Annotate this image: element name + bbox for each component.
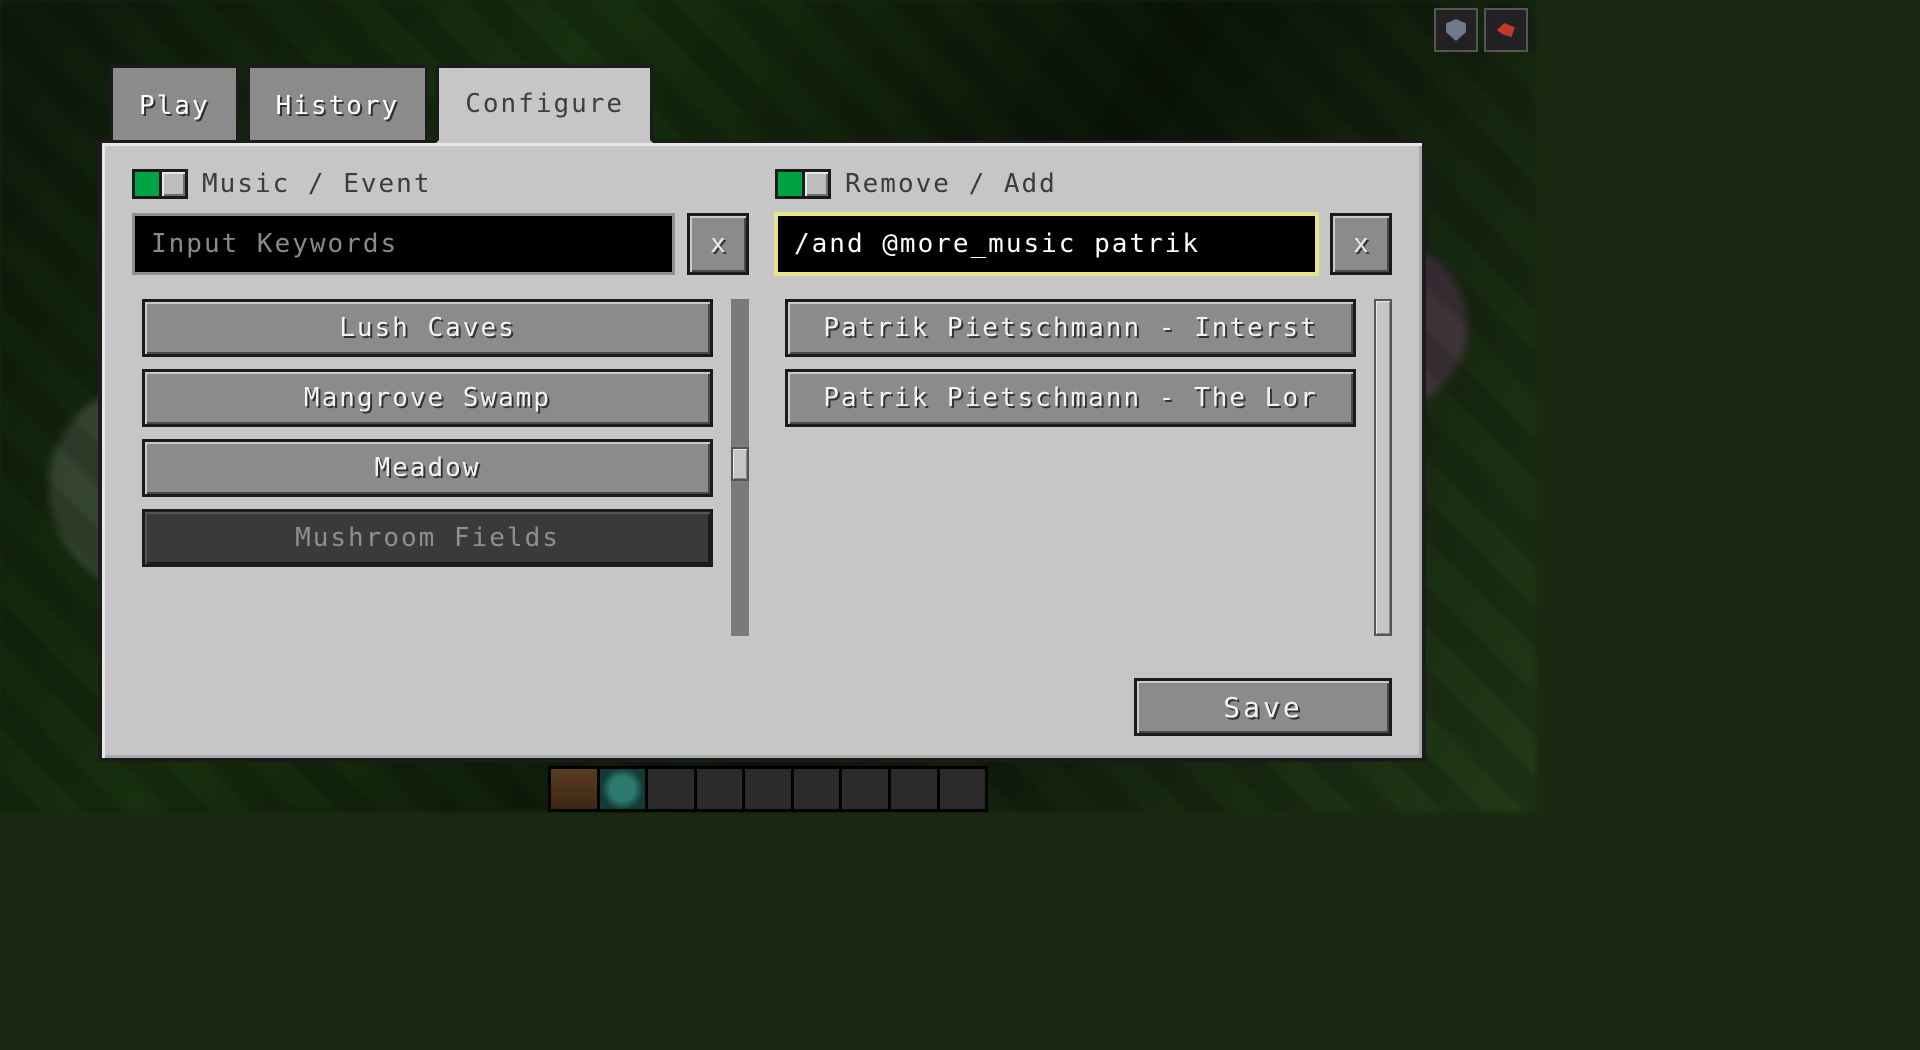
left-column: Music / Event x Lush Caves Mangrove Swamp…	[132, 169, 749, 646]
hotbar	[548, 766, 988, 812]
save-button[interactable]: Save	[1134, 678, 1392, 736]
tab-play[interactable]: Play	[110, 65, 239, 143]
config-panel: Play History Configure Music / Event x	[98, 62, 1426, 762]
left-search-input[interactable]	[132, 213, 675, 275]
right-clear-button[interactable]: x	[1330, 213, 1392, 275]
list-item[interactable]: Meadow	[142, 439, 713, 497]
right-column: Remove / Add x Patrik Pietschmann - Inte…	[775, 169, 1392, 646]
list-item[interactable]: Lush Caves	[142, 299, 713, 357]
mod-icon-tray	[1434, 8, 1528, 52]
hotbar-slot[interactable]	[551, 769, 600, 809]
hotbar-slot[interactable]	[794, 769, 843, 809]
list-item[interactable]: Patrik Pietschmann - Interst	[785, 299, 1356, 357]
hotbar-slot[interactable]	[648, 769, 697, 809]
remove-add-toggle[interactable]	[775, 169, 831, 199]
hotbar-slot[interactable]	[940, 769, 986, 809]
hotbar-slot[interactable]	[891, 769, 940, 809]
left-scrollbar-thumb[interactable]	[731, 447, 749, 481]
hotbar-slot[interactable]	[600, 769, 649, 809]
right-scrollbar[interactable]	[1374, 299, 1392, 636]
right-search-input[interactable]	[775, 213, 1318, 275]
right-list: Patrik Pietschmann - Interst Patrik Piets…	[775, 289, 1374, 646]
hotbar-slot[interactable]	[745, 769, 794, 809]
mod-icon-shield[interactable]	[1434, 8, 1478, 52]
music-event-toggle[interactable]	[132, 169, 188, 199]
right-scrollbar-thumb[interactable]	[1374, 299, 1392, 636]
hotbar-slot[interactable]	[842, 769, 891, 809]
mod-icon-bird[interactable]	[1484, 8, 1528, 52]
remove-add-label: Remove / Add	[845, 169, 1057, 199]
list-item: Mushroom Fields	[142, 509, 713, 567]
list-item[interactable]: Mangrove Swamp	[142, 369, 713, 427]
panel-body: Music / Event x Lush Caves Mangrove Swamp…	[98, 140, 1426, 762]
tab-bar: Play History Configure	[98, 62, 1426, 140]
music-event-label: Music / Event	[202, 169, 432, 199]
left-list: Lush Caves Mangrove Swamp Meadow Mushroom F…	[132, 289, 731, 646]
left-scrollbar[interactable]	[731, 299, 749, 636]
list-item[interactable]: Patrik Pietschmann - The Lor	[785, 369, 1356, 427]
tab-history[interactable]: History	[247, 65, 429, 143]
tab-configure[interactable]: Configure	[436, 65, 653, 143]
hotbar-slot[interactable]	[697, 769, 746, 809]
left-clear-button[interactable]: x	[687, 213, 749, 275]
